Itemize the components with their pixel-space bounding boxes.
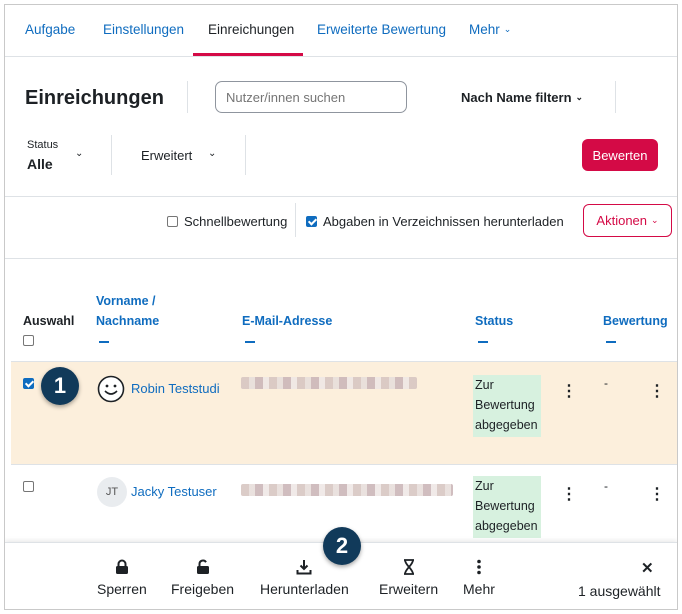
student-name-link[interactable]: Jacky Testuser — [131, 484, 217, 499]
extend-label: Erweitern — [379, 581, 439, 597]
quick-grading-label: Schnellbewertung — [184, 214, 288, 229]
lock-button[interactable]: Sperren — [97, 559, 147, 597]
extend-button[interactable]: Erweitern — [379, 559, 438, 597]
tab-einstellungen[interactable]: Einstellungen — [103, 22, 184, 37]
step-marker-1: 1 — [41, 367, 79, 405]
hourglass-icon — [403, 559, 414, 575]
lock-icon — [115, 559, 128, 574]
status-menu-kebab-icon[interactable]: ⋮ — [561, 484, 577, 504]
more-label: Mehr — [463, 581, 495, 597]
divider — [5, 196, 677, 197]
download-label: Herunterladen — [260, 581, 349, 597]
unlock-icon — [196, 559, 209, 574]
actions-button[interactable]: Aktionen ⌄ — [583, 204, 672, 237]
search-users-input[interactable] — [215, 81, 407, 113]
select-all-checkbox[interactable] — [23, 335, 34, 346]
chevron-down-icon: ⌄ — [575, 92, 584, 102]
divider — [111, 135, 112, 175]
status-menu-kebab-icon[interactable]: ⋮ — [561, 381, 577, 401]
tab-einreichungen[interactable]: Einreichungen — [208, 22, 294, 37]
column-header-select: Auswahl — [23, 314, 75, 328]
divider — [187, 81, 188, 113]
chevron-down-icon: ⌄ — [503, 24, 512, 34]
download-icon — [296, 560, 312, 575]
grade-value: - — [604, 376, 608, 390]
divider — [11, 464, 677, 465]
status-badge: Zur Bewertung abgegeben — [473, 476, 541, 538]
tab-mehr[interactable]: Mehr ⌄ — [469, 22, 511, 37]
download-in-folders-checkbox[interactable] — [306, 216, 317, 227]
email-redacted — [241, 484, 453, 496]
filter-by-name-label: Nach Name filtern — [461, 90, 572, 105]
collapse-column-icon[interactable] — [99, 341, 109, 343]
avatar-initials: JT — [97, 477, 127, 507]
smiley-avatar-icon — [97, 375, 125, 403]
advanced-filter-label: Erweitert — [141, 148, 193, 163]
row-select-checkbox[interactable] — [23, 378, 34, 389]
step-marker-2: 2 — [323, 527, 361, 565]
download-in-folders-option[interactable]: Abgaben in Verzeichnissen herunterladen — [306, 214, 564, 229]
quick-grading-option[interactable]: Schnellbewertung — [167, 214, 287, 229]
tab-mehr-label: Mehr — [469, 22, 500, 37]
divider — [5, 258, 677, 259]
column-header-first-name[interactable]: Vorname / — [96, 291, 156, 311]
status-filter-label: Status — [27, 139, 59, 151]
collapse-column-icon[interactable] — [478, 341, 488, 343]
page-title: Einreichungen — [25, 87, 164, 109]
quick-grading-checkbox[interactable] — [167, 216, 178, 227]
status-text: Bewertung — [475, 398, 535, 412]
submissions-page: Aufgabe Einstellungen Einreichungen Erwe… — [4, 4, 678, 610]
chevron-down-icon: ⌄ — [75, 148, 84, 159]
divider — [245, 135, 246, 175]
grade-button[interactable]: Bewerten — [582, 139, 658, 171]
close-icon[interactable]: ✕ — [641, 559, 654, 577]
tab-aufgabe[interactable]: Aufgabe — [25, 22, 75, 37]
lock-label: Sperren — [97, 581, 147, 597]
more-kebab-icon — [477, 559, 481, 575]
column-header-status[interactable]: Status — [475, 311, 513, 331]
divider — [615, 81, 616, 113]
more-button[interactable]: Mehr — [463, 559, 495, 597]
active-tab-indicator — [193, 53, 303, 56]
chevron-down-icon: ⌄ — [208, 148, 217, 159]
unlock-button[interactable]: Freigeben — [171, 559, 234, 597]
chevron-down-icon: ⌄ — [651, 215, 659, 225]
status-text: Zur — [475, 378, 494, 392]
status-badge: Zur Bewertung abgegeben — [473, 375, 541, 437]
collapse-column-icon[interactable] — [606, 341, 616, 343]
row-select-checkbox[interactable] — [23, 481, 34, 492]
student-name-link[interactable]: Robin Teststudi — [131, 381, 220, 396]
unlock-label: Freigeben — [171, 581, 235, 597]
download-button[interactable]: Herunterladen — [260, 559, 349, 597]
grade-menu-kebab-icon[interactable]: ⋮ — [649, 381, 665, 401]
status-text: abgegeben — [475, 519, 538, 533]
collapse-column-icon[interactable] — [245, 341, 255, 343]
filter-by-name-dropdown[interactable]: Nach Name filtern ⌄ — [461, 90, 583, 105]
grade-value: - — [604, 479, 608, 493]
tab-erweiterte-bewertung[interactable]: Erweiterte Bewertung — [317, 22, 446, 37]
selected-count: 1 ausgewählt — [578, 583, 661, 599]
download-in-folders-label: Abgaben in Verzeichnissen herunterladen — [323, 214, 564, 229]
column-header-grade[interactable]: Bewertung — [603, 311, 668, 331]
status-text: Zur — [475, 479, 494, 493]
divider — [295, 203, 296, 237]
secondary-navigation: Aufgabe Einstellungen Einreichungen Erwe… — [5, 5, 677, 57]
column-header-email[interactable]: E-Mail-Adresse — [242, 311, 332, 331]
column-header-last-name[interactable]: Nachname — [96, 311, 159, 331]
grade-menu-kebab-icon[interactable]: ⋮ — [649, 484, 665, 504]
status-filter-value: Alle — [27, 156, 53, 172]
email-redacted — [241, 377, 417, 389]
actions-label: Aktionen — [596, 213, 648, 228]
status-text: abgegeben — [475, 418, 538, 432]
status-text: Bewertung — [475, 499, 535, 513]
